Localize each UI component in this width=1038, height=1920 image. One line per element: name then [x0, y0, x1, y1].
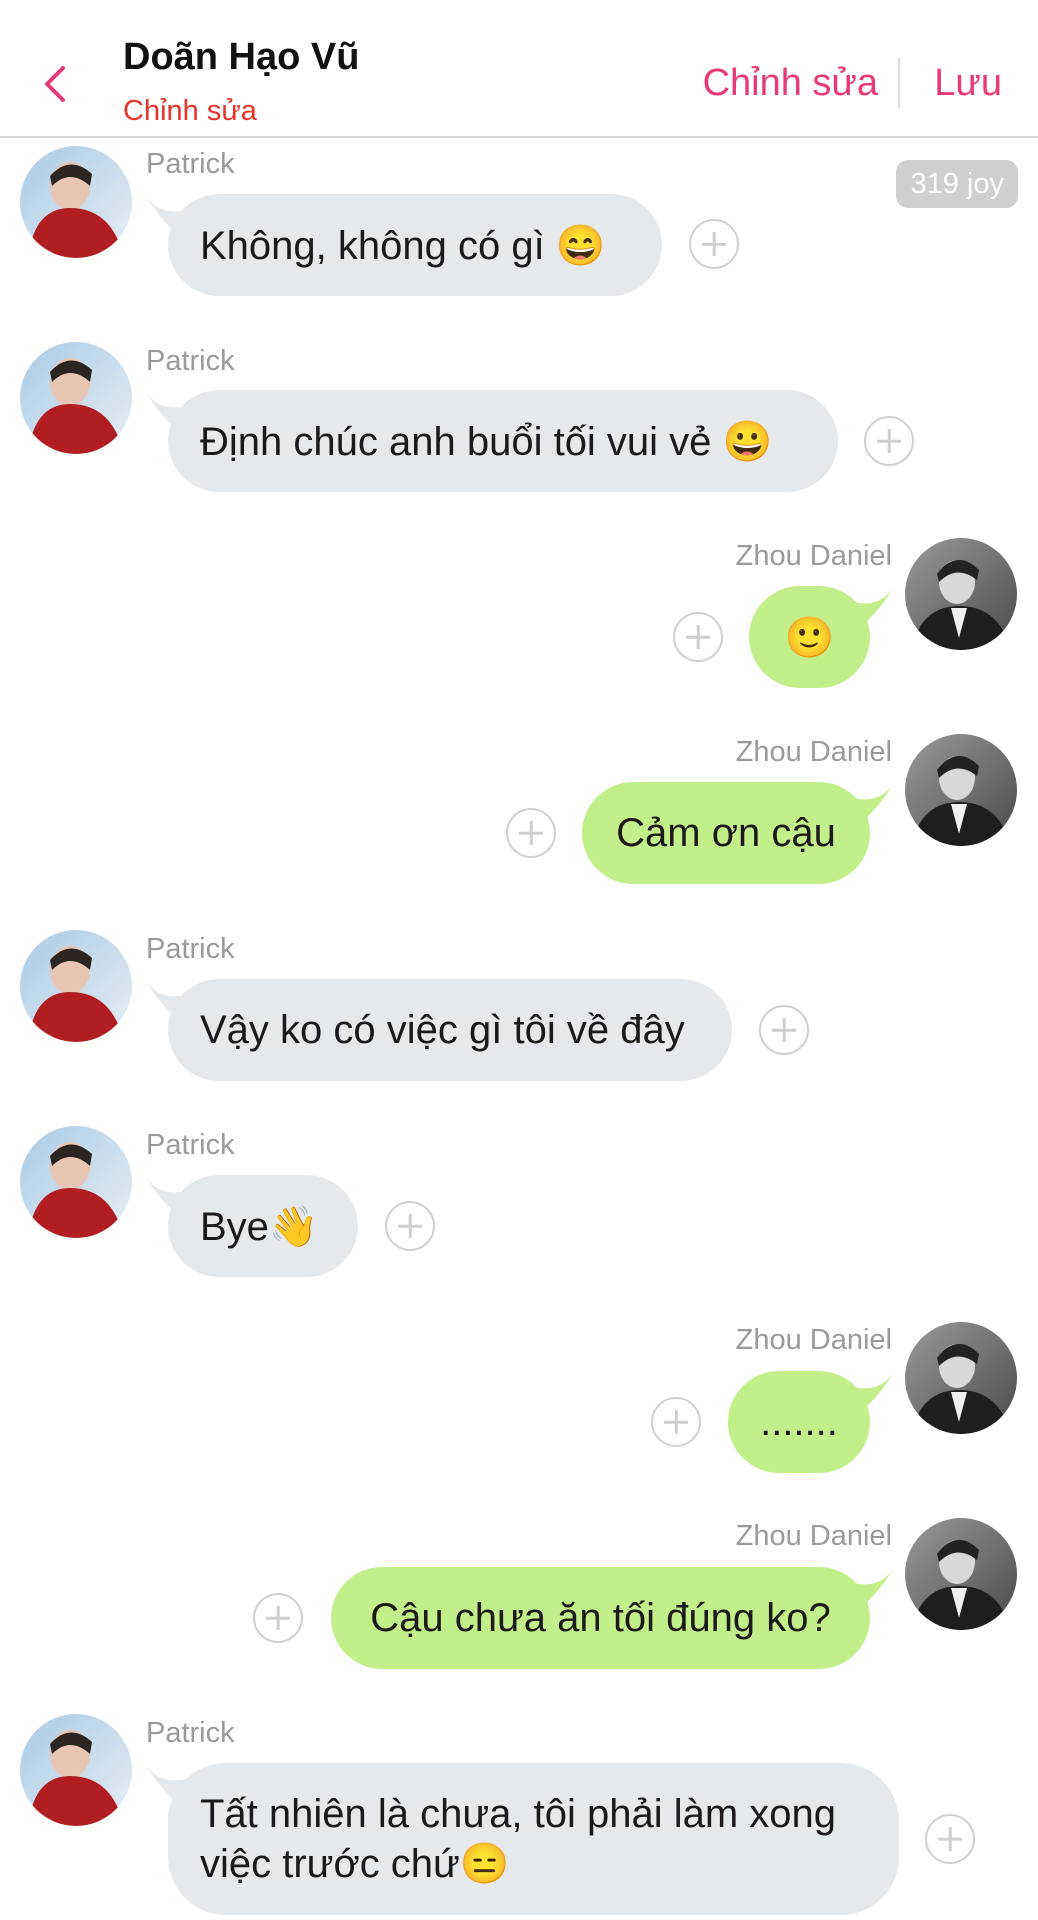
sender-name: Patrick: [146, 148, 235, 180]
header-divider: [898, 58, 900, 108]
add-reaction-button[interactable]: [689, 219, 739, 269]
message-bubble[interactable]: Cậu chưa ăn tối đúng ko?: [331, 1567, 870, 1669]
add-reaction-button[interactable]: [864, 416, 914, 466]
back-button[interactable]: [30, 52, 78, 116]
save-button[interactable]: Lưu: [934, 62, 1002, 105]
joy-count-badge: 319 joy: [896, 160, 1018, 208]
add-reaction-button[interactable]: [651, 1397, 701, 1447]
sender-name: Zhou Daniel: [735, 540, 892, 572]
avatar-patrick[interactable]: [20, 930, 132, 1042]
avatar-zhou-daniel[interactable]: [905, 1322, 1017, 1434]
avatar-patrick[interactable]: [20, 146, 132, 258]
message-bubble[interactable]: Tất nhiên là chưa, tôi phải làm xong việ…: [168, 1763, 899, 1915]
add-reaction-button[interactable]: [759, 1005, 809, 1055]
message-bubble[interactable]: Cảm ơn cậu: [582, 782, 870, 884]
sender-name: Zhou Daniel: [735, 1520, 892, 1552]
avatar-patrick[interactable]: [20, 342, 132, 454]
edit-button[interactable]: Chỉnh sửa: [703, 62, 878, 105]
message-bubble[interactable]: Định chúc anh buổi tối vui vẻ 😀: [168, 390, 838, 492]
avatar-zhou-daniel[interactable]: [905, 734, 1017, 846]
sender-name: Zhou Daniel: [735, 736, 892, 768]
sender-name: Patrick: [146, 1717, 235, 1749]
avatar-patrick[interactable]: [20, 1714, 132, 1826]
message-bubble[interactable]: Không, không có gì 😄: [168, 194, 662, 296]
chat-subtitle[interactable]: Chỉnh sửa: [123, 95, 257, 128]
add-reaction-button[interactable]: [673, 612, 723, 662]
add-reaction-button[interactable]: [385, 1201, 435, 1251]
avatar-zhou-daniel[interactable]: [905, 538, 1017, 650]
sender-name: Patrick: [146, 933, 235, 965]
avatar-patrick[interactable]: [20, 1126, 132, 1238]
message-bubble[interactable]: Bye👋: [168, 1175, 358, 1277]
chat-title: Doãn Hạo Vũ: [123, 36, 360, 78]
message-bubble[interactable]: .......: [728, 1371, 870, 1473]
chevron-left-icon: [45, 66, 65, 102]
add-reaction-button[interactable]: [253, 1593, 303, 1643]
avatar-zhou-daniel[interactable]: [905, 1518, 1017, 1630]
sender-name: Zhou Daniel: [735, 1324, 892, 1356]
message-bubble[interactable]: Vậy ko có việc gì tôi về đây: [168, 979, 732, 1081]
chat-header: Doãn Hạo Vũ Chỉnh sửa Chỉnh sửa Lưu: [0, 0, 1038, 138]
message-bubble[interactable]: 🙂: [749, 586, 870, 688]
add-reaction-button[interactable]: [506, 808, 556, 858]
sender-name: Patrick: [146, 345, 235, 377]
sender-name: Patrick: [146, 1129, 235, 1161]
add-reaction-button[interactable]: [925, 1814, 975, 1864]
